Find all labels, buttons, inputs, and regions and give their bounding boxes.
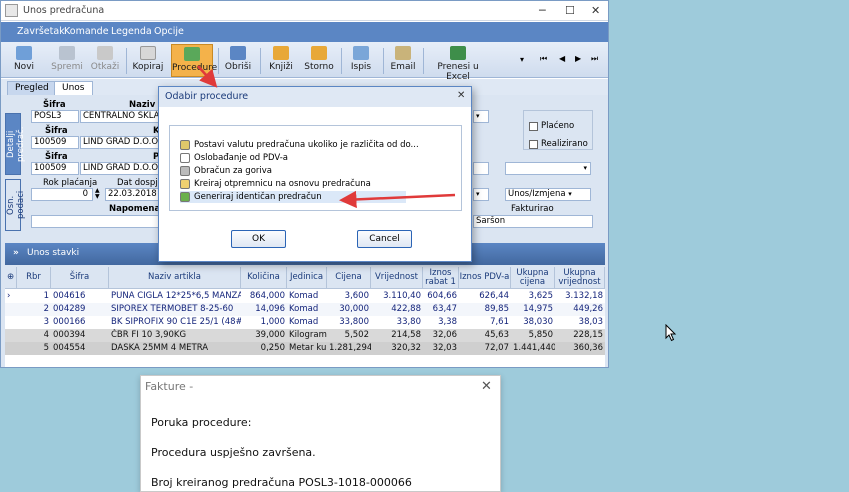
message-close-icon[interactable]: ✕ <box>481 379 492 394</box>
message-line-1: Poruka procedure: <box>151 416 252 429</box>
message-dialog: Fakture - ✕ Poruka procedure: Procedura … <box>140 375 501 492</box>
message-line-3: Broj kreiranog predračuna POSL3-1018-000… <box>151 476 412 489</box>
message-title: Fakture - <box>145 380 194 393</box>
message-line-2: Procedura uspješno završena. <box>151 446 316 459</box>
arrow-to-generiraj <box>339 190 456 209</box>
arrow-to-dialog <box>197 65 218 88</box>
mouse-cursor-icon <box>665 324 677 342</box>
